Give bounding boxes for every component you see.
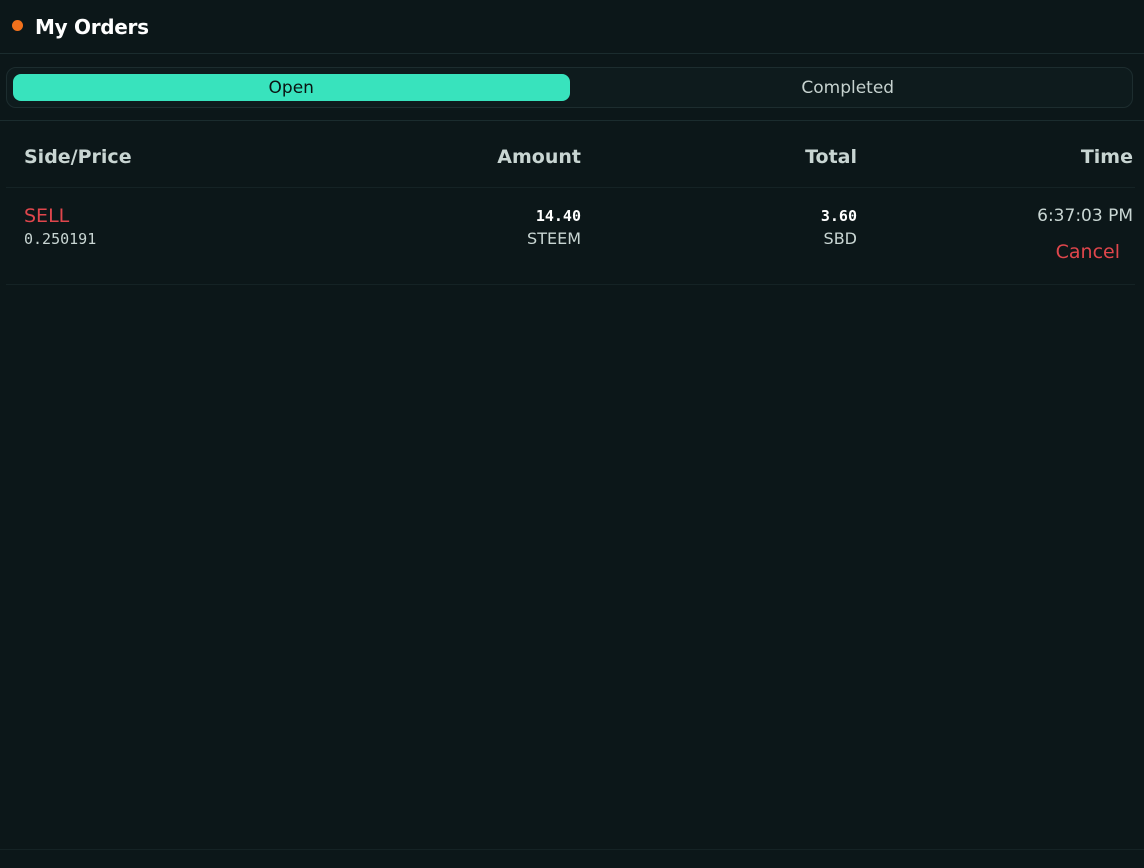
panel-title: My Orders (35, 14, 149, 39)
column-header-time: Time (1080, 146, 1133, 168)
status-dot-icon (12, 20, 23, 31)
tab-open[interactable]: Open (13, 74, 570, 101)
amount-cell: 14.40 STEEM (284, 204, 581, 251)
time-cell: 6:37:03 PM Cancel (857, 204, 1133, 263)
total-cell: 3.60 SBD (581, 204, 857, 251)
order-total: 3.60 (820, 207, 857, 225)
table-header: Side/Price Amount Total Time (6, 121, 1135, 188)
column-header-total: Total (805, 146, 857, 168)
order-tabs: Open Completed (6, 67, 1133, 108)
side-price-cell: SELL 0.250191 (6, 204, 284, 249)
order-time: 6:37:03 PM (1037, 206, 1133, 226)
order-side: SELL (24, 205, 70, 227)
tab-completed[interactable]: Completed (570, 74, 1127, 101)
panel-header: My Orders (0, 0, 1144, 54)
table-row: SELL 0.250191 14.40 STEEM 3.60 SBD 6:37:… (6, 188, 1135, 285)
order-price: 0.250191 (24, 230, 97, 248)
order-amount: 14.40 (535, 207, 581, 225)
column-header-side-price: Side/Price (24, 146, 132, 168)
cancel-order-button[interactable]: Cancel (1056, 241, 1120, 263)
footer-divider (0, 849, 1144, 850)
order-total-unit: SBD (823, 229, 857, 248)
order-amount-unit: STEEM (527, 229, 581, 248)
column-header-amount: Amount (497, 146, 581, 168)
tabs-container: Open Completed (0, 54, 1144, 121)
my-orders-panel: My Orders Open Completed Side/Price Amou… (0, 0, 1144, 868)
orders-table: Side/Price Amount Total Time SELL 0.2501… (0, 121, 1144, 285)
